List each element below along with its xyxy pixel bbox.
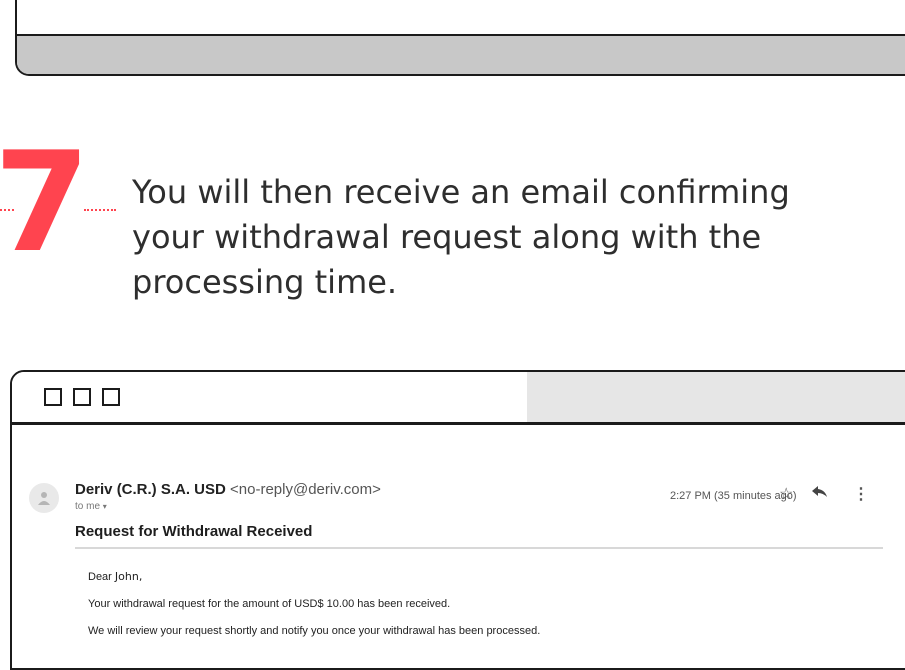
email-paragraph-2: We will review your request shortly and … (88, 625, 541, 637)
person-icon (38, 492, 50, 505)
email-subject: Request for Withdrawal Received (75, 523, 313, 540)
window-button-2[interactable] (73, 388, 91, 406)
previous-browser-bottom-bar (17, 34, 905, 74)
email-view: Deriv (C.R.) S.A. USD <no-reply@deriv.co… (0, 423, 905, 642)
reply-icon[interactable] (812, 485, 828, 502)
browser-titlebar (12, 372, 905, 425)
step-instruction: You will then receive an email confirmin… (132, 173, 790, 301)
email-greeting: Dear John, (88, 570, 142, 583)
email-paragraph-1: Your withdrawal request for the amount o… (88, 598, 451, 610)
greeting-prefix: Dear (88, 571, 112, 583)
step-number: 7 (0, 122, 91, 283)
email-timestamp: 2:27 PM (35 minutes ago) (670, 490, 797, 502)
step-connector-right (84, 209, 116, 211)
chevron-down-icon: ▾ (102, 502, 107, 511)
subject-divider (75, 547, 883, 549)
more-vert-icon[interactable]: ⋮ (853, 484, 869, 504)
reply-arrow-icon (812, 486, 827, 497)
sender: Deriv (C.R.) S.A. USD <no-reply@deriv.co… (75, 481, 381, 498)
star-icon[interactable]: ☆ (779, 484, 793, 504)
previous-browser-frame (15, 0, 905, 76)
window-button-3[interactable] (102, 388, 120, 406)
window-button-1[interactable] (44, 388, 62, 406)
sender-avatar (29, 483, 59, 513)
recipient-label: to me (75, 501, 101, 512)
sender-name: Deriv (C.R.) S.A. USD (75, 481, 226, 498)
sender-address: <no-reply@deriv.com> (230, 481, 381, 498)
greeting-name: John, (114, 570, 143, 583)
titlebar-right-pane (527, 372, 905, 422)
recipient-toggle[interactable]: to me ▾ (75, 501, 107, 512)
